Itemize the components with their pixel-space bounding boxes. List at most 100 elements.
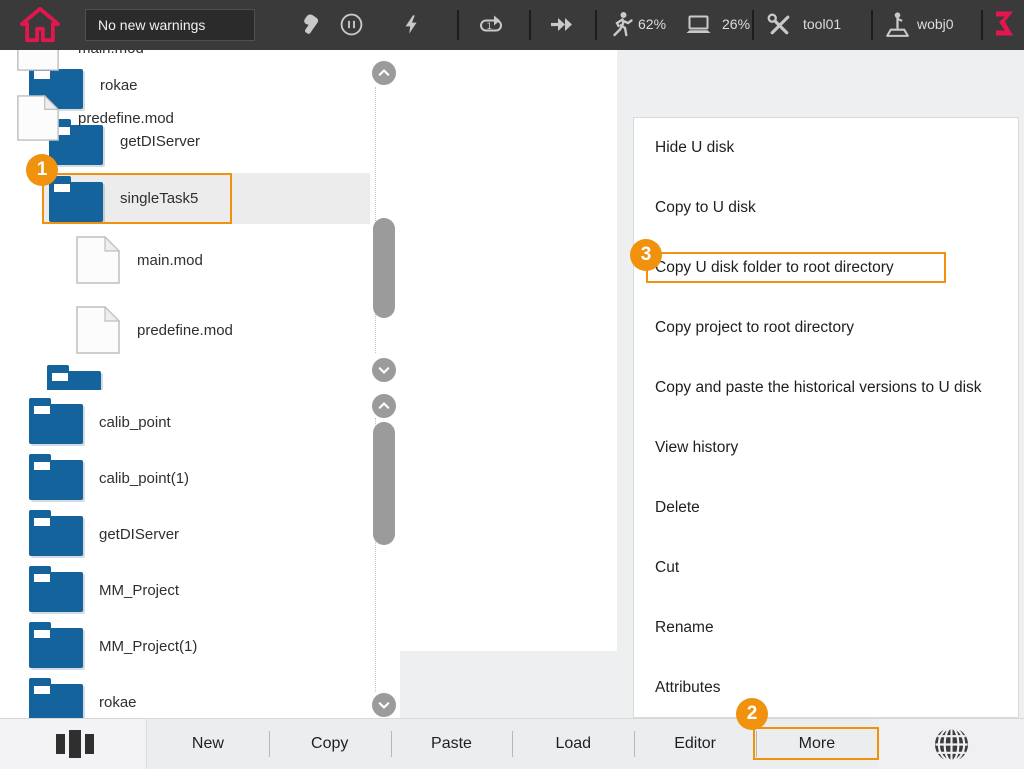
scrollbar-thumb[interactable] — [373, 218, 395, 318]
chevron-up-icon — [374, 396, 394, 416]
folder-icon — [27, 454, 87, 502]
scroll-down-button[interactable] — [372, 693, 396, 717]
topbar-separator — [981, 10, 983, 40]
annotation-badge-3: 3 — [630, 239, 662, 271]
context-menu-item[interactable]: Cut — [634, 538, 1018, 598]
bottombar-button-label: Editor — [674, 735, 716, 753]
folder-icon — [27, 622, 87, 670]
chevron-down-icon — [374, 695, 394, 715]
run-speed-value: 62% — [638, 16, 666, 32]
context-menu-item[interactable]: Copy to U disk — [634, 178, 1018, 238]
topbar-separator — [529, 10, 531, 40]
bottombar-button[interactable]: Editor — [634, 719, 756, 769]
context-menu-item[interactable]: Copy and paste the historical versions t… — [634, 358, 1018, 418]
context-menu-item[interactable]: Hide U disk — [634, 118, 1018, 178]
svg-text:1: 1 — [487, 22, 493, 32]
topbar-separator — [595, 10, 597, 40]
tree-item-label[interactable]: predefine.mod — [137, 322, 233, 339]
chevron-down-icon — [374, 360, 394, 380]
file-label: predefine.mod — [78, 110, 174, 127]
tree-item-predefinemod[interactable] — [76, 306, 120, 354]
run-speed-icon[interactable] — [608, 10, 634, 39]
menu-item-label: Hide U disk — [655, 139, 734, 157]
pause-icon[interactable] — [339, 12, 364, 37]
language-globe-icon[interactable] — [933, 726, 970, 768]
home-button[interactable] — [16, 4, 64, 46]
topbar-separator — [457, 10, 459, 40]
annotation-badge-2: 2 — [736, 698, 768, 730]
menu-item-label: Copy project to root directory — [655, 319, 854, 337]
wobj-name: wobj0 — [917, 16, 954, 32]
home-icon — [18, 5, 62, 45]
project-label: calib_point — [99, 414, 171, 431]
tool-name: tool01 — [803, 16, 841, 32]
context-menu-item[interactable]: Rename — [634, 598, 1018, 658]
scrollbar-thumb[interactable] — [373, 422, 395, 545]
menu-item-label: Delete — [655, 499, 700, 517]
file-icon — [16, 95, 60, 141]
scroll-up-button[interactable] — [372, 394, 396, 418]
project-label: rokae — [99, 694, 137, 711]
tree-item-label[interactable]: main.mod — [137, 252, 203, 269]
jog-hand-icon[interactable] — [299, 12, 323, 38]
topbar-separator — [752, 10, 754, 40]
topbar-separator — [871, 10, 873, 40]
folder-icon — [45, 365, 105, 390]
menu-item-label: Copy and paste the historical versions t… — [655, 379, 982, 397]
annotation-rect-2 — [753, 727, 879, 760]
menu-item-label: Rename — [655, 619, 714, 637]
project-label: MM_Project — [99, 582, 179, 599]
bottombar-button-label: New — [192, 735, 224, 753]
project-row[interactable]: calib_point — [0, 394, 400, 450]
bottombar-button-label: Copy — [311, 735, 348, 753]
controller-load-value: 26% — [722, 16, 750, 32]
annotation-badge-1: 1 — [26, 154, 58, 186]
folder-icon — [27, 398, 87, 446]
top-status-bar: No new warnings 1 62% 26% tool01 wobj0 — [0, 0, 1024, 50]
rokae-logo-icon — [992, 9, 1016, 40]
project-row[interactable]: rokae — [0, 674, 400, 718]
controller-load-icon[interactable] — [684, 14, 713, 36]
project-row[interactable]: MM_Project(1) — [0, 618, 400, 674]
skip-forward-icon[interactable] — [548, 12, 578, 37]
folder-icon — [27, 678, 87, 718]
menu-item-label: Copy to U disk — [655, 199, 756, 217]
wobj-joystick-icon[interactable] — [884, 10, 911, 39]
scroll-down-button[interactable] — [372, 358, 396, 382]
chevron-up-icon — [374, 63, 394, 83]
bottombar-button[interactable]: Paste — [391, 719, 513, 769]
power-flash-icon[interactable] — [401, 12, 423, 37]
menu-item-label: Attributes — [655, 679, 720, 697]
bottombar-button[interactable]: Load — [512, 719, 634, 769]
scroll-up-button[interactable] — [372, 61, 396, 85]
project-label: MM_Project(1) — [99, 638, 197, 655]
warning-text: No new warnings — [98, 17, 205, 33]
context-menu-item[interactable]: View history — [634, 418, 1018, 478]
bottombar-button[interactable]: New — [147, 719, 269, 769]
project-row[interactable]: getDIServer — [0, 506, 400, 562]
tree-item-mainmod[interactable] — [76, 236, 120, 284]
file-icon — [76, 306, 120, 354]
context-menu-item[interactable]: Attributes — [634, 658, 1018, 718]
project-label: calib_point(1) — [99, 470, 189, 487]
annotation-rect-3 — [646, 252, 946, 283]
warning-message-box[interactable]: No new warnings — [85, 9, 255, 41]
single-cycle-icon[interactable]: 1 — [477, 12, 505, 37]
project-row[interactable]: calib_point(1) — [0, 450, 400, 506]
context-menu-item[interactable]: Delete — [634, 478, 1018, 538]
folder-icon — [27, 566, 87, 614]
folder-icon — [27, 510, 87, 558]
file-icon — [76, 236, 120, 284]
bottombar-button[interactable]: Copy — [269, 719, 391, 769]
bottombar-button-label: Load — [555, 735, 591, 753]
menu-item-label: Cut — [655, 559, 679, 577]
panels-columns-icon[interactable] — [56, 729, 94, 764]
menu-item-label: View history — [655, 439, 738, 457]
tool-settings-icon[interactable] — [766, 12, 793, 39]
project-list-panel: calib_point calib_point(1) getDIServer M… — [0, 394, 400, 718]
project-label: getDIServer — [99, 526, 179, 543]
file-row[interactable]: predefine.mod — [16, 83, 174, 153]
project-row[interactable]: MM_Project — [0, 562, 400, 618]
context-menu-item[interactable]: Copy project to root directory — [634, 298, 1018, 358]
tree-item-partial[interactable] — [45, 365, 105, 390]
